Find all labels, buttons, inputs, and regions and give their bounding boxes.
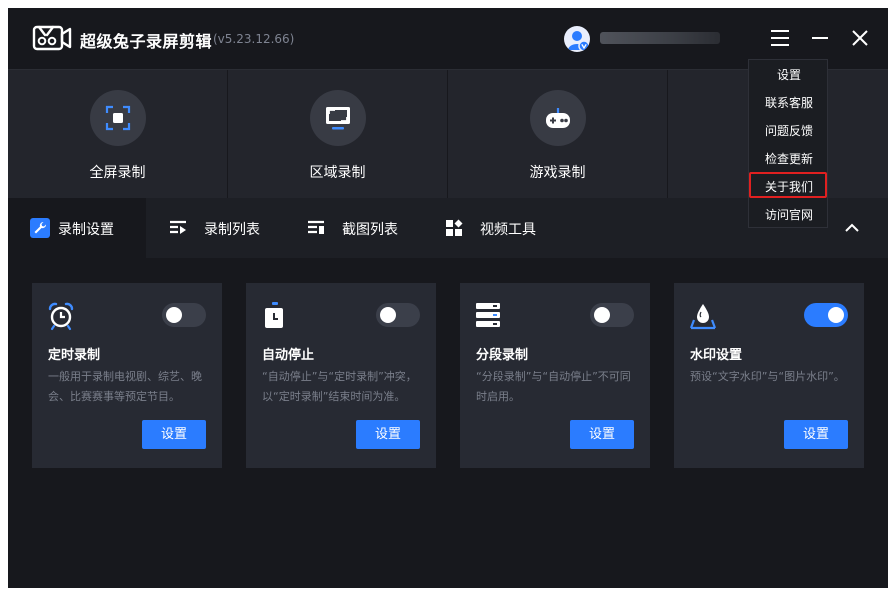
menu-icon[interactable] (768, 26, 792, 50)
tab-video-tools[interactable]: 视频工具 (422, 198, 560, 258)
tab-screenshot-list[interactable]: 截图列表 (284, 198, 422, 258)
gamepad-icon (546, 108, 570, 128)
mode-label: 全屏录制 (89, 165, 146, 181)
mode-icon-circle (310, 90, 366, 146)
timer-icon (265, 302, 283, 328)
avatar-icon[interactable] (564, 26, 590, 52)
card-auto-stop: 自动停止 “自动停止”与“定时录制”冲突，以“定时录制”结束时间为准。 设置 (246, 283, 436, 468)
chevron-up-icon[interactable] (842, 218, 862, 238)
mode-icon-circle (530, 90, 586, 146)
mode-fullscreen[interactable]: 全屏录制 (8, 70, 228, 199)
card-description: “分段录制”与“自动停止”不可同时启用。 (476, 370, 631, 403)
watermark-toggle[interactable] (804, 303, 848, 327)
auto-stop-settings-button[interactable]: 设置 (356, 420, 420, 449)
mode-label: 游戏录制 (529, 165, 586, 181)
menu-item-feedback[interactable]: 问题反馈 (749, 117, 829, 145)
toggle-knob (380, 307, 396, 323)
close-icon[interactable] (848, 26, 872, 50)
menu-item-check-update[interactable]: 检查更新 (749, 145, 829, 173)
card-watermark-settings: 水印设置 预设“文字水印”与“图片水印”。 设置 (674, 283, 864, 468)
mode-label: 区域录制 (309, 165, 366, 181)
toggle-knob (594, 307, 610, 323)
tab-record-settings[interactable]: 录制设置 (8, 198, 146, 258)
username-blurred[interactable] (600, 32, 720, 44)
alarm-clock-icon (48, 302, 74, 331)
mode-game[interactable]: 游戏录制 (448, 70, 668, 199)
menu-item-contact-support[interactable]: 联系客服 (749, 89, 829, 117)
card-scheduled-recording: 定时录制 一般用于录制电视剧、综艺、晚会、比赛赛事等预定节目。 设置 (32, 283, 222, 468)
card-segmented-recording: 分段录制 “分段录制”与“自动停止”不可同时启用。 设置 (460, 283, 650, 468)
auto-stop-toggle[interactable] (376, 303, 420, 327)
toggle-knob (828, 307, 844, 323)
card-description: 一般用于录制电视剧、综艺、晚会、比赛赛事等预定节目。 (48, 370, 202, 403)
scheduled-recording-settings-button[interactable]: 设置 (142, 420, 206, 449)
watermark-drop-icon (689, 304, 717, 330)
segments-icon (476, 303, 500, 327)
menu-item-visit-website[interactable]: 访问官网 (749, 201, 829, 229)
card-title: 水印设置 (690, 348, 743, 363)
minimize-icon[interactable] (808, 26, 832, 50)
about-us-highlight-box (749, 172, 827, 198)
tab-label: 视频工具 (480, 222, 536, 238)
app-version: (v5.23.12.66) (213, 32, 295, 46)
card-title: 定时录制 (48, 348, 101, 363)
app-window: 超级兔子录屏剪辑 (v5.23.12.66) 全屏录制 区域录制 游戏录制 录制… (8, 8, 888, 588)
app-title: 超级兔子录屏剪辑 (80, 32, 213, 51)
tab-recording-list[interactable]: 录制列表 (146, 198, 284, 258)
app-logo-icon (32, 25, 72, 51)
region-record-icon (326, 107, 350, 130)
main-dropdown-menu: 设置 联系客服 问题反馈 检查更新 关于我们 访问官网 (748, 59, 828, 228)
menu-item-settings[interactable]: 设置 (749, 61, 829, 89)
card-description: “自动停止”与“定时录制”冲突，以“定时录制”结束时间为准。 (262, 370, 417, 403)
tab-label: 录制列表 (204, 222, 260, 238)
segmented-recording-toggle[interactable] (590, 303, 634, 327)
tab-label: 录制设置 (58, 222, 114, 238)
tab-label: 截图列表 (342, 222, 398, 238)
mode-region[interactable]: 区域录制 (228, 70, 448, 199)
card-description: 预设“文字水印”与“图片水印”。 (690, 370, 845, 383)
segmented-recording-settings-button[interactable]: 设置 (570, 420, 634, 449)
fullscreen-record-icon (105, 105, 131, 131)
card-title: 自动停止 (262, 348, 315, 363)
toggle-knob (166, 307, 182, 323)
video-list-icon (170, 220, 186, 234)
tools-grid-icon (446, 219, 463, 236)
card-title: 分段录制 (476, 348, 529, 363)
scheduled-recording-toggle[interactable] (162, 303, 206, 327)
mode-icon-circle (90, 90, 146, 146)
screenshot-list-icon (308, 220, 324, 234)
watermark-settings-button[interactable]: 设置 (784, 420, 848, 449)
wrench-icon (30, 218, 50, 238)
